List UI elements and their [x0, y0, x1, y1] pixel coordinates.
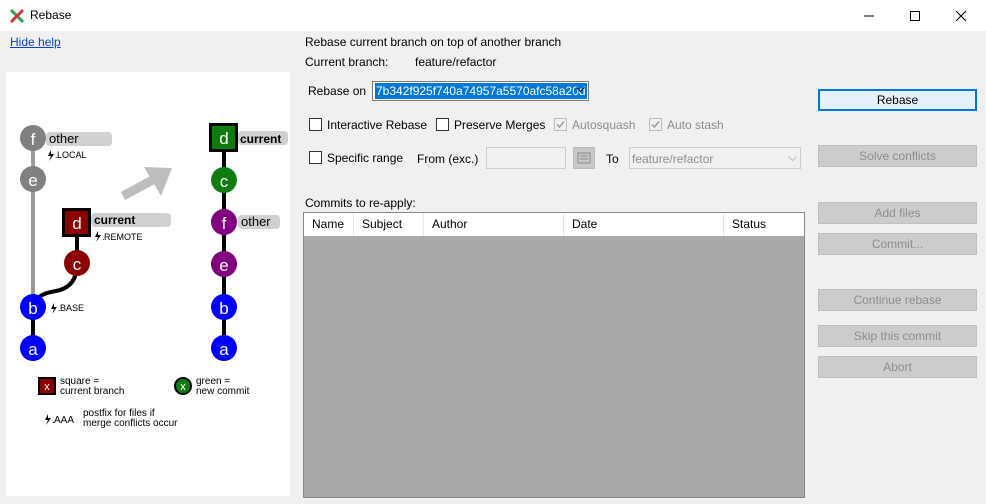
node-label: b [28, 299, 37, 318]
svg-text:x: x [180, 381, 186, 393]
from-input[interactable] [486, 147, 566, 169]
current-branch-label: Current branch: [305, 55, 389, 69]
bolt-icon [95, 231, 101, 242]
node-label: e [219, 256, 228, 275]
node-label: a [28, 340, 38, 359]
chevron-down-icon [576, 87, 585, 93]
to-combobox[interactable]: feature/refactor [629, 147, 801, 169]
from-label: From (exc.) [417, 152, 479, 166]
commits-label: Commits to re-apply: [305, 196, 416, 210]
node-d-left: d [62, 208, 91, 237]
commit-button[interactable]: Commit... [818, 233, 977, 255]
current-label-left: current [94, 213, 135, 227]
legend-square-text: current branch [60, 386, 124, 397]
to-label: To [606, 152, 619, 166]
to-value: feature/refactor [632, 152, 714, 166]
node-a-left: a [20, 335, 46, 361]
bolt-icon [45, 414, 51, 425]
current-label-right: current [240, 132, 281, 146]
other-label-right: other [241, 214, 271, 229]
minimize-icon [864, 15, 874, 16]
legend-square: x [38, 377, 56, 395]
interactive-rebase-checkbox[interactable] [309, 118, 322, 131]
node-label: f [222, 214, 227, 233]
node-e-left: e [20, 166, 46, 192]
legend-postfix-text: merge conflicts occur [83, 418, 178, 429]
help-panel: f e d c b a other . LOCAL current . REMO… [6, 72, 290, 496]
svg-text:x: x [44, 381, 50, 393]
auto-stash-label: Auto stash [667, 118, 724, 132]
column-header-status[interactable]: Status [724, 213, 804, 236]
node-b-right: b [211, 294, 237, 320]
rebase-arrow [120, 167, 172, 200]
skip-commit-button[interactable]: Skip this commit [818, 325, 977, 347]
window-title: Rebase [30, 8, 72, 22]
column-header-date[interactable]: Date [564, 213, 724, 236]
node-c-right: c [211, 167, 237, 193]
maximize-icon [910, 10, 920, 21]
specific-range-checkbox[interactable] [309, 151, 322, 164]
minimize-button[interactable] [846, 0, 892, 31]
column-header-name[interactable]: Name [304, 213, 354, 236]
legend-postfix-mark: AAA [54, 415, 74, 426]
node-label: b [219, 299, 228, 318]
rebase-diagram: f e d c b a other . LOCAL current . REMO… [20, 123, 288, 429]
check-icon [556, 121, 565, 129]
current-branch-value: feature/refactor [415, 55, 497, 69]
node-label: a [219, 340, 229, 359]
node-b-left: b [20, 294, 46, 320]
node-a-right: a [211, 335, 237, 361]
close-icon [955, 10, 967, 21]
title-bar [0, 0, 986, 31]
node-f-left: f [20, 125, 46, 151]
column-header-subject[interactable]: Subject [354, 213, 424, 236]
node-e-right: e [211, 251, 237, 277]
preserve-merges-label: Preserve Merges [454, 118, 546, 132]
node-f-right: f [211, 209, 237, 235]
hide-help-link[interactable]: Hide help [10, 35, 61, 49]
node-label: f [31, 130, 36, 149]
node-label: d [219, 129, 228, 148]
add-files-button[interactable]: Add files [818, 202, 977, 224]
form-heading: Rebase current branch on top of another … [305, 35, 562, 49]
table-header: Name Subject Author Date Status [304, 213, 804, 236]
specific-range-label: Specific range [327, 151, 404, 165]
node-label: c [73, 255, 82, 274]
column-header-author[interactable]: Author [424, 213, 564, 236]
continue-rebase-button[interactable]: Continue rebase [818, 289, 977, 311]
rebase-on-label: Rebase on [308, 84, 367, 98]
abort-button[interactable]: Abort [818, 356, 977, 378]
bolt-icon [51, 303, 57, 314]
close-button[interactable] [938, 0, 984, 31]
autosquash-checkbox[interactable] [554, 118, 567, 131]
app-icon [9, 8, 25, 24]
local-label: LOCAL [57, 150, 87, 160]
solve-conflicts-button[interactable]: Solve conflicts [818, 145, 977, 167]
interactive-rebase-label: Interactive Rebase [327, 118, 428, 132]
rebase-on-combobox[interactable]: 7b342f925f740a74957a5570afc58a20d [372, 81, 589, 101]
node-c-left: c [64, 250, 90, 276]
preserve-merges-checkbox[interactable] [436, 118, 449, 131]
rebase-on-value: 7b342f925f740a74957a5570afc58a20d [375, 83, 587, 99]
base-label: BASE [60, 303, 84, 313]
commit-picker-icon [577, 152, 591, 164]
rebase-button[interactable]: Rebase [818, 89, 977, 111]
node-d-right: d [209, 123, 238, 152]
check-icon [651, 121, 660, 129]
other-label: other [49, 131, 79, 146]
node-label: c [220, 172, 229, 191]
choose-commit-button[interactable] [573, 147, 595, 169]
legend-green: x [174, 377, 192, 395]
legend-green-text: new commit [196, 386, 250, 397]
maximize-button[interactable] [892, 0, 938, 31]
node-label: e [28, 171, 37, 190]
commits-table[interactable]: Name Subject Author Date Status [303, 212, 805, 498]
autosquash-label: Autosquash [572, 118, 636, 132]
auto-stash-checkbox[interactable] [649, 118, 662, 131]
node-label: d [72, 214, 81, 233]
bolt-icon [48, 150, 54, 161]
chevron-down-icon [788, 156, 797, 162]
remote-label: REMOTE [104, 232, 143, 242]
